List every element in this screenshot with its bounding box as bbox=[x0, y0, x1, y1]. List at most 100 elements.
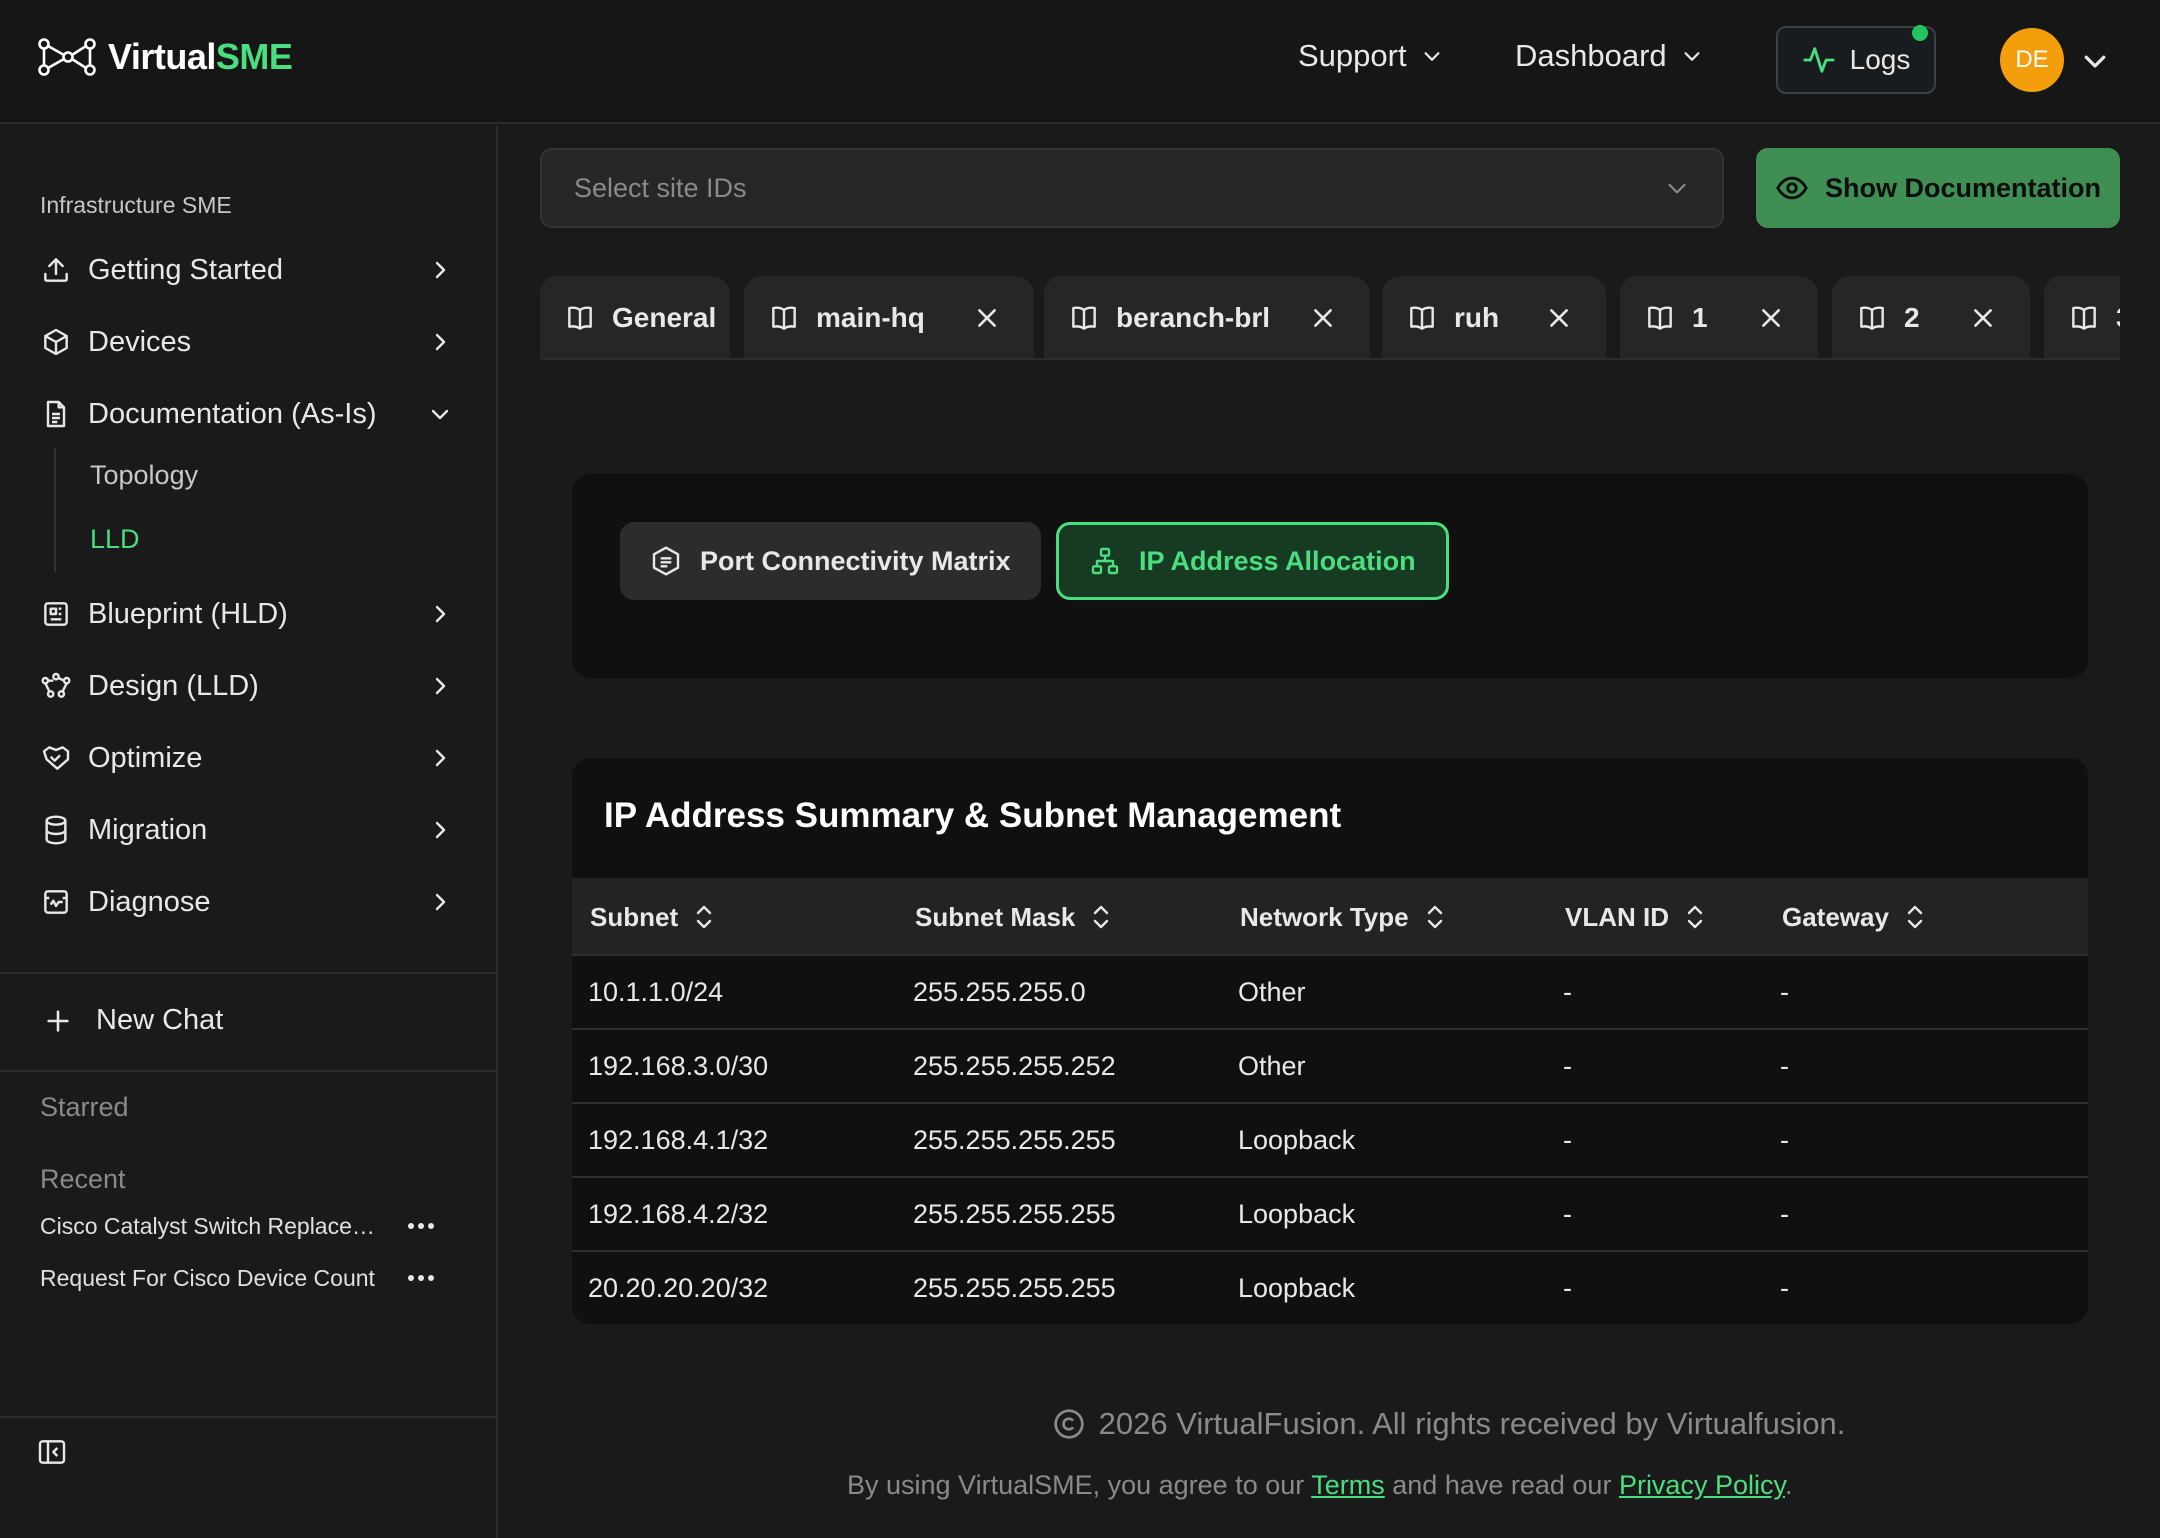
new-chat-label: New Chat bbox=[96, 1004, 224, 1036]
sidebar-item-label: Documentation (As-Is) bbox=[88, 397, 377, 430]
book-icon bbox=[1860, 306, 1884, 330]
sidebar-item-optimize[interactable]: Optimize bbox=[40, 732, 460, 784]
column-header-vlan-id[interactable]: VLAN ID bbox=[1565, 878, 1707, 956]
submenu-guide-line bbox=[54, 448, 56, 572]
table-row: 10.1.1.0/24 255.255.255.0 Other - - bbox=[572, 954, 2088, 1028]
close-icon[interactable] bbox=[1758, 305, 1784, 331]
book-icon bbox=[1648, 306, 1672, 330]
table-header: Subnet Subnet Mask Network Type VLAN ID … bbox=[572, 878, 2088, 956]
close-icon[interactable] bbox=[1546, 305, 1572, 331]
sidebar-item-migration[interactable]: Migration bbox=[40, 804, 460, 856]
tab-1[interactable]: 1 bbox=[1620, 276, 1818, 358]
cell-gateway: - bbox=[1780, 976, 1789, 1007]
starred-heading: Starred bbox=[40, 1092, 129, 1122]
more-options-icon[interactable] bbox=[406, 1273, 436, 1283]
terms-link[interactable]: Terms bbox=[1311, 1470, 1385, 1500]
tab-beranch-brl[interactable]: beranch-brl bbox=[1044, 276, 1370, 358]
privacy-policy-link[interactable]: Privacy Policy bbox=[1619, 1470, 1785, 1500]
chevron-down-icon bbox=[1684, 52, 1700, 61]
chevron-right-icon bbox=[435, 821, 446, 839]
logo[interactable]: VirtualSME bbox=[38, 36, 293, 78]
tab-general[interactable]: General bbox=[540, 276, 730, 358]
tab-3[interactable]: 3 bbox=[2044, 276, 2120, 358]
network-logo-icon bbox=[38, 38, 96, 76]
show-documentation-label: Show Documentation bbox=[1825, 172, 2101, 203]
plus-icon bbox=[47, 1009, 69, 1032]
sidebar-item-label: Diagnose bbox=[88, 885, 211, 918]
diagnose-icon bbox=[44, 890, 68, 914]
chevron-down-icon bbox=[1424, 52, 1440, 61]
sidebar-item-design[interactable]: Design (LLD) bbox=[40, 660, 460, 712]
sidebar-item-getting-started[interactable]: Getting Started bbox=[40, 244, 460, 296]
cell-subnet-mask: 255.255.255.0 bbox=[913, 976, 1086, 1007]
cell-vlan-id: - bbox=[1563, 1272, 1572, 1303]
tab-label: main-hq bbox=[816, 302, 925, 333]
cell-network-type: Loopback bbox=[1238, 1124, 1356, 1155]
chevron-down-icon[interactable] bbox=[2080, 46, 2110, 76]
tab-label: General bbox=[612, 302, 717, 333]
sidebar-subitem-topology[interactable]: Topology bbox=[90, 460, 198, 491]
cell-vlan-id: - bbox=[1563, 1124, 1572, 1155]
column-header-network-type[interactable]: Network Type bbox=[1240, 878, 1447, 956]
sidebar-section-title: Infrastructure SME bbox=[40, 192, 232, 218]
tab-label: beranch-brl bbox=[1116, 302, 1271, 333]
nav-dashboard[interactable]: Dashboard bbox=[1515, 38, 1703, 74]
avatar-initials: DE bbox=[2015, 46, 2049, 73]
logo-text-sme: SME bbox=[215, 36, 293, 77]
view-selector-panel: Port Connectivity Matrix IP Address Allo… bbox=[572, 474, 2088, 678]
site-id-select-placeholder: Select site IDs bbox=[574, 172, 747, 203]
more-options-icon[interactable] bbox=[406, 1221, 436, 1231]
cell-network-type: Loopback bbox=[1238, 1198, 1356, 1229]
cube-icon bbox=[44, 328, 68, 356]
copyright-icon bbox=[1053, 1409, 1084, 1439]
sidebar-subitem-lld[interactable]: LLD bbox=[90, 524, 140, 555]
tab-2[interactable]: 2 bbox=[1832, 276, 2030, 358]
close-icon[interactable] bbox=[1970, 305, 1996, 331]
recent-chat-title[interactable]: Cisco Catalyst Switch Replacement bbox=[40, 1213, 380, 1240]
close-icon[interactable] bbox=[1310, 305, 1336, 331]
cell-subnet-mask: 255.255.255.255 bbox=[913, 1124, 1116, 1155]
column-header-subnet-mask[interactable]: Subnet Mask bbox=[915, 878, 1113, 956]
table-row: 192.168.4.1/32 255.255.255.255 Loopback … bbox=[572, 1102, 2088, 1176]
cell-network-type: Other bbox=[1238, 976, 1306, 1007]
recent-chat-title[interactable]: Request For Cisco Device Count bbox=[40, 1265, 380, 1292]
agree-suffix: . bbox=[1784, 1470, 1793, 1500]
database-icon bbox=[45, 815, 67, 845]
book-icon bbox=[568, 306, 592, 330]
table-title: IP Address Summary & Subnet Management bbox=[604, 796, 1342, 835]
cell-network-type: Other bbox=[1238, 1050, 1306, 1081]
port-connectivity-matrix-button[interactable]: Port Connectivity Matrix bbox=[620, 522, 1041, 600]
sidebar: Infrastructure SME Getting Started Devic… bbox=[0, 126, 498, 1538]
close-icon[interactable] bbox=[974, 305, 1000, 331]
tab-main-hq[interactable]: main-hq bbox=[744, 276, 1034, 358]
sidebar-item-documentation[interactable]: Documentation (As-Is) bbox=[40, 388, 460, 440]
sidebar-item-diagnose[interactable]: Diagnose bbox=[40, 876, 460, 928]
sidebar-item-devices[interactable]: Devices bbox=[40, 316, 460, 368]
port-connectivity-matrix-label: Port Connectivity Matrix bbox=[700, 545, 1011, 576]
logs-label: Logs bbox=[1849, 44, 1911, 75]
chevron-right-icon bbox=[435, 261, 446, 279]
copyright-text: 2026 VirtualFusion. All rights received … bbox=[1098, 1406, 1846, 1441]
logs-button[interactable]: Logs bbox=[1776, 25, 1936, 94]
design-nodes-icon bbox=[41, 672, 71, 698]
sidebar-item-blueprint[interactable]: Blueprint (HLD) bbox=[40, 588, 460, 640]
site-id-select[interactable]: Select site IDs bbox=[540, 148, 1724, 228]
tab-ruh[interactable]: ruh bbox=[1382, 276, 1606, 358]
chevron-down-icon bbox=[1668, 183, 1686, 194]
show-documentation-button[interactable]: Show Documentation bbox=[1756, 148, 2120, 228]
ip-address-allocation-button[interactable]: IP Address Allocation bbox=[1056, 522, 1449, 600]
avatar[interactable]: DE bbox=[2000, 28, 2064, 92]
table-row: 20.20.20.20/32 255.255.255.255 Loopback … bbox=[572, 1250, 2088, 1324]
sort-icon bbox=[1094, 905, 1109, 929]
column-header-subnet[interactable]: Subnet bbox=[590, 878, 716, 956]
nav-support[interactable]: Support bbox=[1298, 38, 1443, 74]
recent-chat-item: Request For Cisco Device Count bbox=[40, 1258, 440, 1298]
sidebar-item-label: Migration bbox=[88, 813, 208, 846]
cell-vlan-id: - bbox=[1563, 1050, 1572, 1081]
cell-subnet-mask: 255.255.255.252 bbox=[913, 1050, 1116, 1081]
cell-subnet: 10.1.1.0/24 bbox=[588, 976, 724, 1007]
column-header-gateway[interactable]: Gateway bbox=[1782, 878, 1927, 956]
activity-pulse-icon bbox=[1803, 47, 1835, 73]
cell-subnet: 20.20.20.20/32 bbox=[588, 1272, 769, 1303]
new-chat-button[interactable]: New Chat bbox=[44, 1004, 223, 1037]
